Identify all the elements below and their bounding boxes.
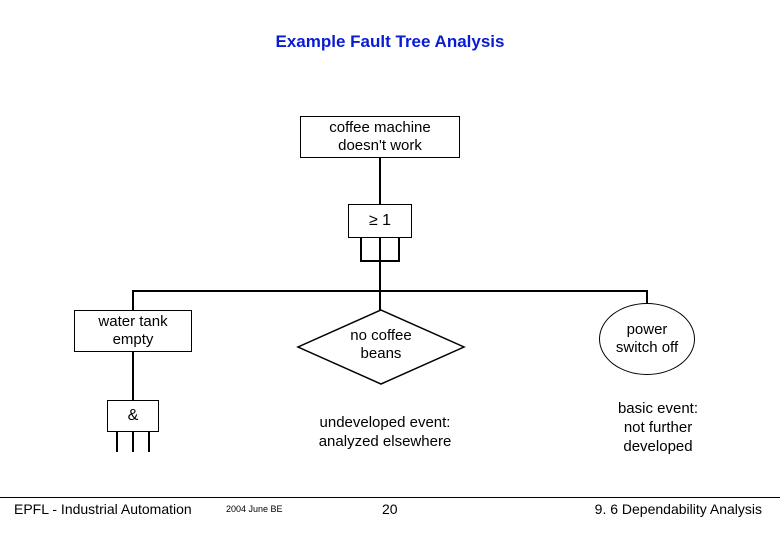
basic-event: power switch off	[599, 303, 695, 375]
top-event-box: coffee machine doesn't work	[300, 116, 460, 158]
slide-footer: EPFL - Industrial Automation 2004 June B…	[0, 497, 780, 522]
gate-leg	[398, 238, 400, 260]
top-event-label: coffee machine doesn't work	[329, 119, 430, 155]
and-gate: &	[107, 400, 159, 432]
caption-text: basic event: not further developed	[618, 400, 698, 455]
gate-leg	[132, 432, 134, 452]
slide-title: Example Fault Tree Analysis	[0, 32, 780, 52]
basic-event-label: power switch off	[616, 321, 678, 357]
connector	[132, 352, 134, 400]
and-gate-label: &	[128, 407, 139, 425]
left-event-box: water tank empty	[74, 310, 192, 352]
connector	[379, 158, 381, 204]
footer-left: EPFL - Industrial Automation	[14, 501, 192, 517]
gate-leg	[379, 238, 381, 260]
or-gate-label: ≥ 1	[369, 212, 391, 230]
left-event-label: water tank empty	[98, 313, 167, 349]
footer-page-number: 20	[382, 501, 398, 517]
connector	[360, 260, 400, 262]
undeveloped-event-caption: undeveloped event: analyzed elsewhere	[300, 414, 470, 452]
or-gate: ≥ 1	[348, 204, 412, 238]
caption-text: undeveloped event: analyzed elsewhere	[319, 414, 452, 450]
connector-bar	[132, 290, 648, 292]
undeveloped-event: no coffee beans	[296, 308, 466, 386]
connector	[379, 260, 381, 290]
undeveloped-event-label: no coffee beans	[350, 327, 411, 363]
gate-leg	[360, 238, 362, 260]
gate-leg	[116, 432, 118, 452]
basic-event-caption: basic event: not further developed	[598, 400, 718, 456]
footer-right: 9. 6 Dependability Analysis	[595, 501, 762, 517]
gate-leg	[148, 432, 150, 452]
connector	[132, 290, 134, 310]
footer-date: 2004 June BE	[226, 504, 283, 514]
